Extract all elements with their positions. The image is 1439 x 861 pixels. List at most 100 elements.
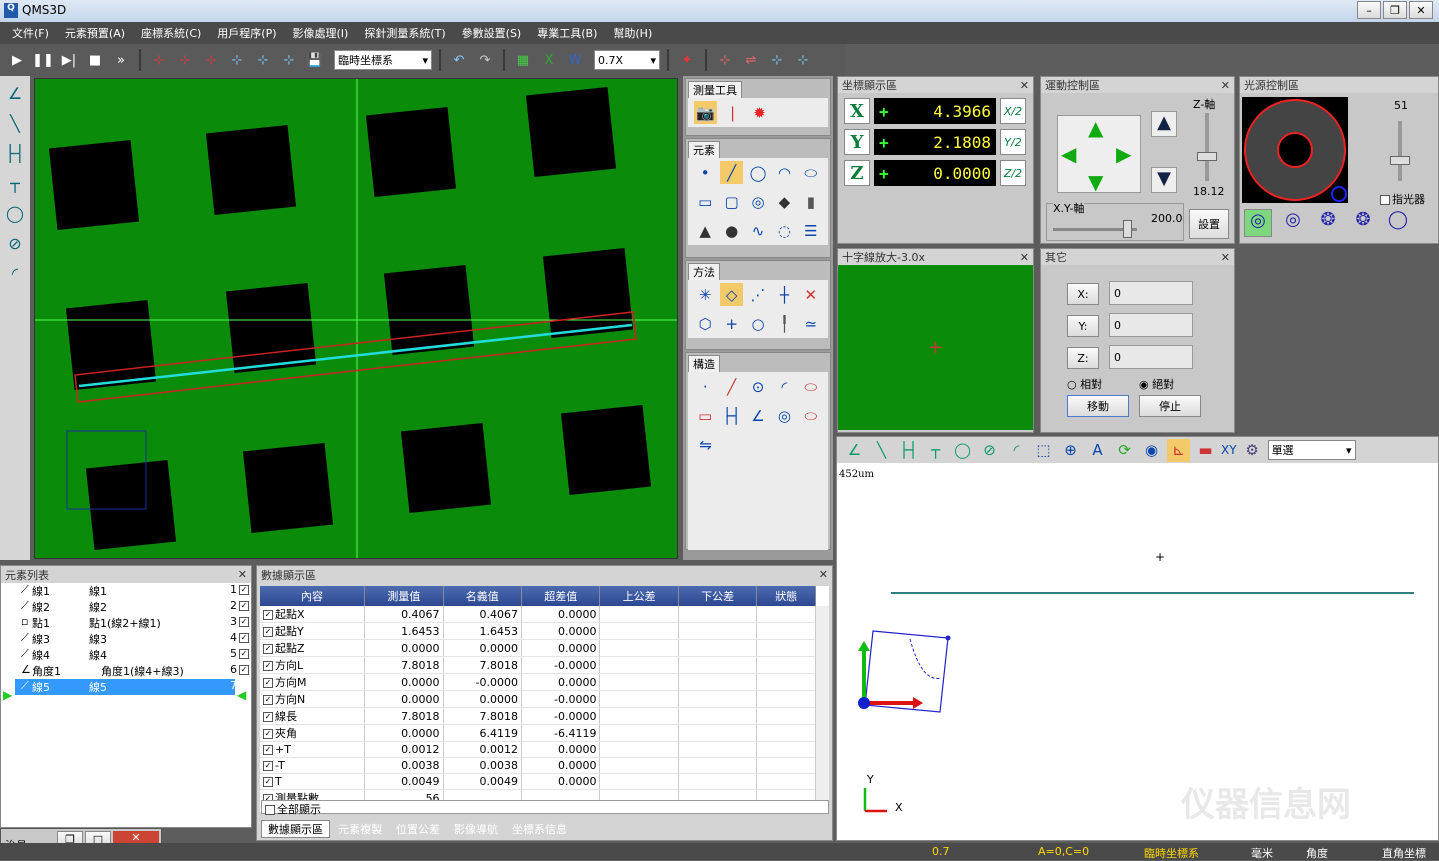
pin-icon[interactable]: ╿ xyxy=(773,312,795,335)
col-status[interactable]: 狀態 xyxy=(756,586,816,606)
cross-edge-icon[interactable]: ┼ xyxy=(773,283,795,306)
row-checkbox[interactable]: ✓ xyxy=(263,661,273,671)
g-xy-button[interactable]: XY xyxy=(1221,439,1237,462)
list-item-selected[interactable]: ⟋ 線5 線5 7 xyxy=(15,679,237,695)
shift-coord-icon[interactable]: ⊹ xyxy=(792,49,814,71)
tab-element-copy[interactable]: 元素複製 xyxy=(332,821,388,837)
tab-image-navigation[interactable]: 影像導航 xyxy=(448,821,504,837)
arc-icon[interactable]: ◠ xyxy=(773,161,795,184)
close-icon[interactable]: ✕ xyxy=(1221,79,1230,92)
list-item[interactable]: ∠ 角度1 角度1(線4+線3) 6 ✓ xyxy=(1,663,251,679)
z-slider-track[interactable] xyxy=(1205,113,1209,181)
menu-user-program[interactable]: 用戶程序(P) xyxy=(209,25,284,41)
cone-icon[interactable]: ▲ xyxy=(694,219,716,242)
align-321-icon[interactable]: ⊹ xyxy=(714,49,736,71)
line-icon[interactable]: ╱ xyxy=(720,161,743,184)
save-icon[interactable]: 💾 xyxy=(304,49,326,71)
light-quad-icon[interactable]: ❂ xyxy=(1314,209,1342,237)
col-measured[interactable]: 測量值 xyxy=(364,586,444,606)
construct-ellipse-icon[interactable]: ⬭ xyxy=(800,375,822,398)
indicator-checkbox[interactable]: 指光器 xyxy=(1380,191,1425,207)
g-text-icon[interactable]: A xyxy=(1086,439,1109,462)
y-axis-button[interactable]: Y xyxy=(844,129,870,155)
jog-down-icon[interactable]: ▼ xyxy=(1088,170,1103,194)
undo-icon[interactable]: ↶ xyxy=(448,49,470,71)
excel-icon[interactable]: X xyxy=(538,49,560,71)
g-rotate-icon[interactable]: ⟳ xyxy=(1113,439,1136,462)
close-icon[interactable]: ✕ xyxy=(819,568,828,581)
stop-icon[interactable]: ■ xyxy=(84,49,106,71)
point-edge-icon[interactable]: ✕ xyxy=(800,283,822,306)
jog-up-icon[interactable]: ▲ xyxy=(1088,116,1103,140)
close-icon[interactable]: ✕ xyxy=(1221,251,1230,264)
laser-icon[interactable]: ✹ xyxy=(748,101,771,124)
step-icon[interactable]: ▶| xyxy=(58,49,80,71)
construct-ring-icon[interactable]: ◎ xyxy=(773,404,795,427)
z-input[interactable]: 0 xyxy=(1109,345,1193,369)
row-checkbox[interactable]: ✓ xyxy=(263,695,273,705)
menu-parameter-settings[interactable]: 參數設置(S) xyxy=(454,25,530,41)
height-tool-icon[interactable]: ┬ xyxy=(2,170,28,196)
col-content[interactable]: 內容 xyxy=(260,586,366,606)
construct-symmetry-icon[interactable]: ⇋ xyxy=(694,433,717,456)
construct-point-icon[interactable]: · xyxy=(694,375,716,398)
light-slider-thumb[interactable] xyxy=(1390,156,1410,165)
g-circle-icon[interactable]: ◯ xyxy=(951,439,974,462)
line-tool-icon[interactable]: ╲ xyxy=(2,110,28,136)
sample-edge-icon[interactable]: ⋰ xyxy=(747,283,769,306)
g-zoom-icon[interactable]: ⊕ xyxy=(1059,439,1082,462)
x-input[interactable]: 0 xyxy=(1109,281,1193,305)
play-icon[interactable]: ▶ xyxy=(6,49,28,71)
crosshair-icon[interactable]: + xyxy=(720,312,742,335)
row-checkbox[interactable]: ✓ xyxy=(263,729,273,739)
tab-coord-info[interactable]: 坐標系信息 xyxy=(506,821,573,837)
axis-x-icon[interactable]: ⊹ xyxy=(174,49,196,71)
point-icon[interactable]: • xyxy=(694,161,716,184)
rectangle-icon[interactable]: ▭ xyxy=(694,190,716,213)
freeform-icon[interactable]: ◌ xyxy=(773,219,795,242)
table-row[interactable]: ✓ 夾角 0.0000 6.4119 -6.4119 xyxy=(260,724,816,742)
light-ring-icon[interactable]: ◎ xyxy=(1279,209,1307,237)
light-surface-icon[interactable]: ◎ xyxy=(1244,209,1272,237)
axis-origin-icon[interactable]: ⊹ xyxy=(148,49,170,71)
z-up-icon[interactable]: ▲ xyxy=(1151,111,1177,137)
circle-icon[interactable]: ◯ xyxy=(747,161,769,184)
z-down-icon[interactable]: ▼ xyxy=(1151,167,1177,193)
list-item[interactable]: ⟋ 線4 線4 5 ✓ xyxy=(1,647,251,663)
move-button[interactable]: 移動 xyxy=(1067,395,1129,417)
axis-y-icon[interactable]: ⊹ xyxy=(200,49,222,71)
menu-element-preset[interactable]: 元素預置(A) xyxy=(57,25,133,41)
menu-file[interactable]: 文件(F) xyxy=(4,25,57,41)
coord-system-select[interactable]: 臨時坐標系 ▾ xyxy=(334,50,432,70)
row-checkbox[interactable]: ✓ xyxy=(263,761,273,771)
slot-icon[interactable]: ▢ xyxy=(720,190,742,213)
g-eye-icon[interactable]: ◉ xyxy=(1140,439,1163,462)
light-segment-icon[interactable]: ❂ xyxy=(1349,209,1377,237)
z-half-button[interactable]: Z/2 xyxy=(1000,160,1026,186)
table-row[interactable]: ✓ 起點Z 0.0000 0.0000 0.0000 xyxy=(260,639,816,657)
table-row[interactable]: ✓ 線長 7.8018 7.8018 -0.0000 xyxy=(260,707,816,725)
word-icon[interactable]: W xyxy=(564,49,586,71)
col-upper-tol[interactable]: 上公差 xyxy=(599,586,679,606)
row-checkbox[interactable]: ✓ xyxy=(263,777,273,787)
g-height-icon[interactable]: ┬ xyxy=(924,439,947,462)
fast-forward-icon[interactable]: » xyxy=(110,49,132,71)
row-checkbox[interactable]: ✓ xyxy=(263,678,273,688)
g-arc-icon[interactable]: ◜ xyxy=(1005,439,1028,462)
sphere-icon[interactable]: ● xyxy=(720,219,742,242)
g-axis-icon[interactable]: ⊾ xyxy=(1167,438,1190,462)
close-button[interactable]: ✕ xyxy=(1409,1,1433,19)
angle-tool-icon[interactable]: ∠ xyxy=(2,80,28,106)
construct-arc-icon[interactable]: ◜ xyxy=(773,375,795,398)
construct-line-icon[interactable]: ╱ xyxy=(720,375,742,398)
y-input[interactable]: 0 xyxy=(1109,313,1193,337)
jog-left-icon[interactable]: ◀ xyxy=(1061,142,1076,166)
menu-image-processing[interactable]: 影像處理(I) xyxy=(285,25,357,41)
circle-tool-icon[interactable]: ◯ xyxy=(2,200,28,226)
table-row[interactable]: ✓ +T 0.0012 0.0012 0.0000 xyxy=(260,741,816,758)
camera-icon[interactable]: 📷 xyxy=(694,101,717,124)
contour-icon[interactable]: ≃ xyxy=(800,312,822,335)
auto-edge-icon[interactable]: ✳ xyxy=(694,283,716,306)
y-half-button[interactable]: Y/2 xyxy=(1000,129,1026,155)
g-angle-icon[interactable]: ∠ xyxy=(843,439,866,462)
